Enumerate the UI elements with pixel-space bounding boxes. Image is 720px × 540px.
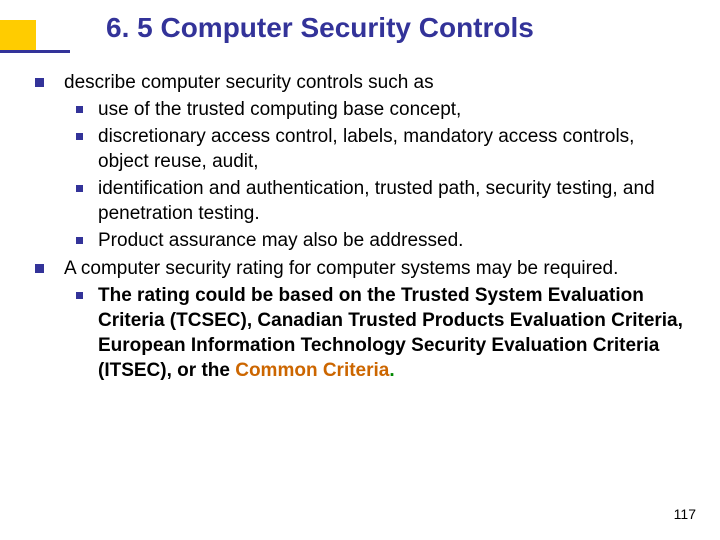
bullet-2: A computer security rating for computer …: [30, 256, 690, 383]
bullet-2-text: A computer security rating for computer …: [64, 258, 618, 279]
inner-list-1: use of the trusted computing base concep…: [64, 97, 690, 253]
accent-underline: [0, 50, 70, 53]
slide-content: describe computer security controls such…: [30, 70, 690, 385]
outer-list: describe computer security controls such…: [30, 70, 690, 383]
bullet-1-text: describe computer security controls such…: [64, 72, 434, 93]
bullet-1: describe computer security controls such…: [30, 70, 690, 254]
page-number: 117: [674, 506, 696, 522]
accent-block: [0, 20, 36, 50]
bullet-2-1-period: .: [389, 360, 394, 381]
bullet-1-2: discretionary access control, labels, ma…: [64, 124, 690, 174]
inner-list-2: The rating could be based on the Trusted…: [64, 283, 690, 383]
bullet-2-1: The rating could be based on the Trusted…: [64, 283, 690, 383]
bullet-2-1-highlight: Common Criteria: [235, 360, 389, 381]
bullet-1-4: Product assurance may also be addressed.: [64, 228, 690, 253]
bullet-1-3: identification and authentication, trust…: [64, 176, 690, 226]
slide-title: 6. 5 Computer Security Controls: [106, 12, 534, 44]
bullet-1-1: use of the trusted computing base concep…: [64, 97, 690, 122]
